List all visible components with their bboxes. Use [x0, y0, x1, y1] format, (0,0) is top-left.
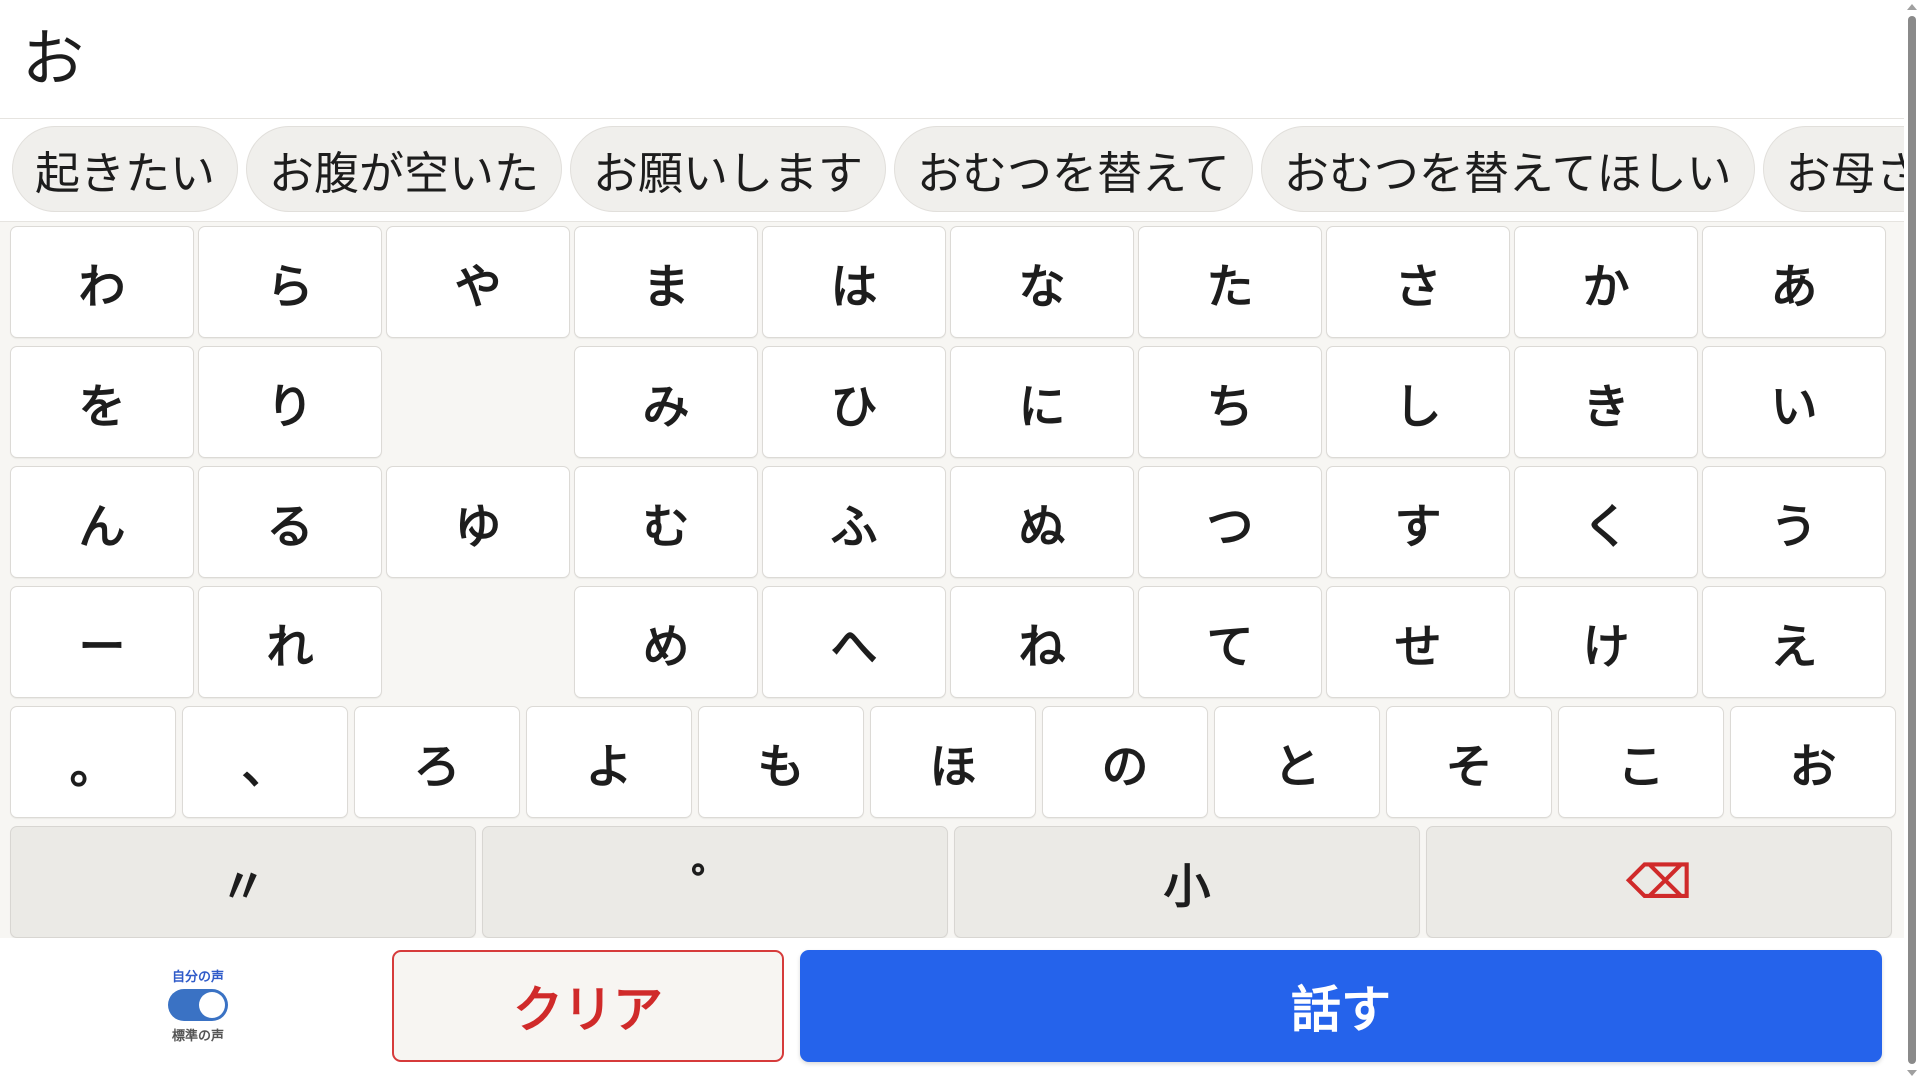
- kana-key[interactable]: せ: [1326, 586, 1510, 698]
- kana-key[interactable]: く: [1514, 466, 1698, 578]
- suggestion-bar: 起きたいお腹が空いたお願いしますおむつを替えておむつを替えてほしいお母さん: [0, 120, 1904, 222]
- kana-key[interactable]: そ: [1386, 706, 1552, 818]
- kana-key[interactable]: い: [1702, 346, 1886, 458]
- kana-key[interactable]: め: [574, 586, 758, 698]
- kana-key[interactable]: う: [1702, 466, 1886, 578]
- kana-key[interactable]: を: [10, 346, 194, 458]
- key-row-5: 。、ろよもほのとそこお: [10, 706, 1896, 818]
- empty-key-slot: [386, 346, 570, 458]
- backspace-icon[interactable]: ⌫: [1426, 826, 1892, 938]
- kana-key[interactable]: へ: [762, 586, 946, 698]
- kana-key[interactable]: て: [1138, 586, 1322, 698]
- suggestion-chip[interactable]: お母さん: [1762, 126, 1904, 212]
- scroll-up-arrow-icon[interactable]: [1907, 4, 1917, 10]
- dakuten-key[interactable]: 〃: [10, 826, 476, 938]
- kana-keyboard: わらやまはなたさかあ をり みひにちしきい んるゆむふぬつすくう ーれ めへねてせけ…: [0, 222, 1904, 938]
- kana-key[interactable]: ね: [950, 586, 1134, 698]
- kana-key[interactable]: さ: [1326, 226, 1510, 338]
- kana-key[interactable]: は: [762, 226, 946, 338]
- small-kana-key[interactable]: 小: [954, 826, 1420, 938]
- kana-key[interactable]: ほ: [870, 706, 1036, 818]
- kana-key[interactable]: ひ: [762, 346, 946, 458]
- scrollbar-thumb[interactable]: [1908, 16, 1916, 1064]
- kana-key[interactable]: み: [574, 346, 758, 458]
- handakuten-key[interactable]: ゜: [482, 826, 948, 938]
- app-root: お 起きたいお腹が空いたお願いしますおむつを替えておむつを替えてほしいお母さん …: [0, 0, 1920, 1080]
- scroll-down-arrow-icon[interactable]: [1907, 1070, 1917, 1076]
- kana-key[interactable]: ふ: [762, 466, 946, 578]
- kana-key[interactable]: し: [1326, 346, 1510, 458]
- kana-key[interactable]: む: [574, 466, 758, 578]
- kana-key[interactable]: ろ: [354, 706, 520, 818]
- kana-key[interactable]: 、: [182, 706, 348, 818]
- kana-key[interactable]: ま: [574, 226, 758, 338]
- kana-key[interactable]: ゆ: [386, 466, 570, 578]
- kana-key[interactable]: ち: [1138, 346, 1322, 458]
- key-row-4: ーれ めへねてせけえ: [10, 586, 1886, 698]
- empty-key-slot: [386, 586, 570, 698]
- clear-button[interactable]: クリア: [392, 950, 784, 1062]
- suggestion-chip[interactable]: おむつを替えてほしい: [1260, 126, 1755, 212]
- kana-key[interactable]: き: [1514, 346, 1698, 458]
- kana-key[interactable]: り: [198, 346, 382, 458]
- suggestion-chip[interactable]: 起きたい: [12, 126, 239, 212]
- kana-key[interactable]: た: [1138, 226, 1322, 338]
- switch-knob: [199, 992, 225, 1018]
- kana-key[interactable]: や: [386, 226, 570, 338]
- kana-key[interactable]: あ: [1702, 226, 1886, 338]
- kana-key[interactable]: な: [950, 226, 1134, 338]
- kana-key[interactable]: け: [1514, 586, 1698, 698]
- key-row-2: をり みひにちしきい: [10, 346, 1886, 458]
- kana-key[interactable]: も: [698, 706, 864, 818]
- kana-key[interactable]: と: [1214, 706, 1380, 818]
- page-scrollbar[interactable]: [1904, 0, 1920, 1080]
- kana-key[interactable]: ー: [10, 586, 194, 698]
- own-voice-label: 自分の声: [171, 970, 224, 985]
- key-row-3: んるゆむふぬつすくう: [10, 466, 1886, 578]
- kana-key[interactable]: ん: [10, 466, 194, 578]
- suggestion-chip[interactable]: おむつを替えて: [894, 126, 1253, 212]
- kana-key[interactable]: か: [1514, 226, 1698, 338]
- kana-key[interactable]: お: [1730, 706, 1896, 818]
- action-bar: 自分の声 標準の声 クリア 話す: [0, 938, 1904, 1080]
- composed-text: お: [22, 22, 85, 95]
- voice-toggle[interactable]: 自分の声 標準の声: [160, 966, 236, 1044]
- suggestion-chip[interactable]: お腹が空いた: [246, 126, 563, 212]
- suggestion-chip[interactable]: お願いします: [570, 126, 887, 212]
- voice-switch[interactable]: [168, 989, 228, 1021]
- function-row: 〃 ゜ 小 ⌫: [10, 826, 1892, 938]
- kana-key[interactable]: つ: [1138, 466, 1322, 578]
- key-row-1: わらやまはなたさかあ: [10, 226, 1886, 338]
- standard-voice-label: 標準の声: [171, 1029, 224, 1044]
- kana-key[interactable]: の: [1042, 706, 1208, 818]
- kana-key[interactable]: 。: [10, 706, 176, 818]
- kana-key[interactable]: す: [1326, 466, 1510, 578]
- kana-key[interactable]: よ: [526, 706, 692, 818]
- speak-button[interactable]: 話す: [800, 950, 1882, 1062]
- kana-key[interactable]: に: [950, 346, 1134, 458]
- kana-key[interactable]: こ: [1558, 706, 1724, 818]
- kana-key[interactable]: ら: [198, 226, 382, 338]
- kana-key[interactable]: わ: [10, 226, 194, 338]
- kana-key[interactable]: ぬ: [950, 466, 1134, 578]
- kana-key[interactable]: れ: [198, 586, 382, 698]
- kana-key[interactable]: る: [198, 466, 382, 578]
- kana-key[interactable]: え: [1702, 586, 1886, 698]
- text-display: お: [0, 0, 1904, 119]
